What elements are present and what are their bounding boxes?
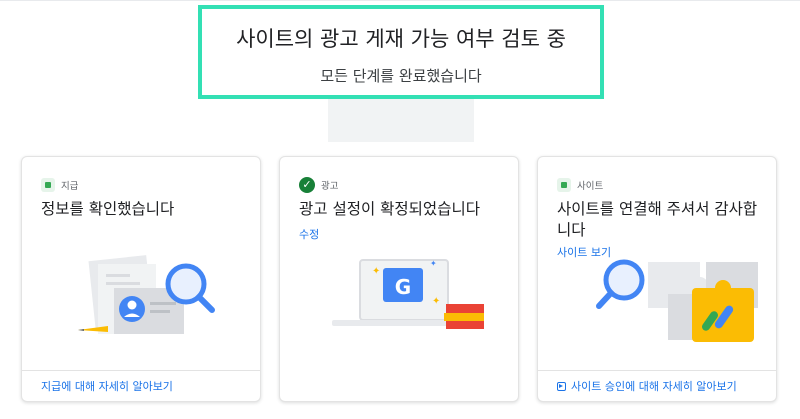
card-title: 광고 설정이 확정되었습니다	[299, 200, 480, 218]
banner-title: 사이트의 광고 게재 가능 여부 검토 중	[236, 27, 566, 51]
status-row: 사이트	[557, 177, 603, 193]
ad-settings-illustration: G ✦ ✦ ✦	[332, 259, 484, 329]
status-label: 사이트	[577, 181, 604, 192]
footer-link-text: 사이트 승인에 대해 자세히 알아보기	[571, 380, 737, 393]
payments-card: 지급 정보를 확인했습니다 지급에 대해 자세히 알아보기	[21, 156, 261, 402]
status-label: 광고	[321, 181, 339, 192]
payments-learn-more-link[interactable]: 지급에 대해 자세히 알아보기	[22, 370, 260, 401]
green-square-icon	[41, 178, 55, 192]
green-square-icon	[557, 178, 571, 192]
card-title: 사이트를 연결해 주셔서 감사합니다	[557, 200, 758, 239]
site-card: 사이트 사이트를 연결해 주셔서 감사합니다 사이트 보기 사이트 승인에 대해…	[537, 156, 777, 402]
status-row: 지급	[41, 177, 78, 193]
footer-link-text: 지급에 대해 자세히 알아보기	[41, 380, 173, 393]
id-verification-illustration	[78, 255, 215, 334]
status-label: 지급	[61, 181, 79, 192]
svg-text:✦: ✦	[432, 296, 440, 307]
review-banner: 사이트의 광고 게재 가능 여부 검토 중 모든 단계를 완료했습니다	[198, 5, 604, 99]
google-g-icon: G	[395, 275, 411, 299]
external-link-icon	[557, 381, 566, 391]
site-approval-learn-more-link[interactable]: 사이트 승인에 대해 자세히 알아보기	[538, 370, 776, 401]
banner-subtitle: 모든 단계를 완료했습니다	[320, 67, 482, 85]
svg-text:✦: ✦	[372, 266, 380, 277]
svg-text:✦: ✦	[430, 259, 437, 268]
site-connection-illustration	[596, 259, 758, 342]
status-row: ✓ 광고	[299, 177, 338, 193]
ads-card: ✓ 광고 광고 설정이 확정되었습니다 수정 G ✦ ✦ ✦	[279, 156, 519, 402]
card-title: 정보를 확인했습니다	[41, 200, 175, 218]
check-circle-icon: ✓	[299, 177, 315, 193]
edit-link[interactable]: 수정	[299, 226, 319, 242]
